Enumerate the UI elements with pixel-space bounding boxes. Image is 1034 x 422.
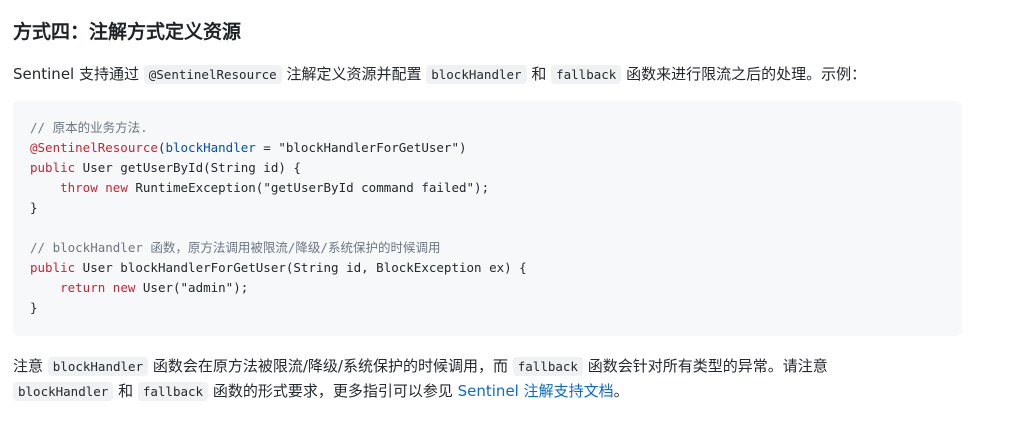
code-line-4: throw new RuntimeException("getUserById … xyxy=(30,178,527,198)
code-line-9: return new User("admin"); xyxy=(30,278,527,298)
code-line-5: } xyxy=(30,198,527,218)
note-suffix: 函数会针对所有类型的异常。请注意 xyxy=(582,357,828,375)
code-punct: = xyxy=(255,140,279,155)
inline-code-block-handler: blockHandler xyxy=(13,382,114,401)
code-param: blockHandler xyxy=(165,140,256,155)
code-text: } xyxy=(30,300,38,315)
inline-code-fallback: fallback xyxy=(137,382,209,401)
code-line-8: public User blockHandlerForGetUser(Strin… xyxy=(30,258,527,278)
code-line-1: // 原本的业务方法. xyxy=(30,118,527,138)
code-text: } xyxy=(30,200,38,215)
intro-middle: 注解定义资源并配置 xyxy=(281,65,427,83)
annotation-docs-link[interactable]: Sentinel 注解支持文档 xyxy=(458,382,614,400)
section-heading: 方式四：注解方式定义资源 xyxy=(13,21,242,43)
note-paragraph-line-2: blockHandler 和 fallback 函数的形式要求，更多指引可以参见… xyxy=(13,379,629,404)
code-line-2: @SentinelResource(blockHandler = "blockH… xyxy=(30,138,527,158)
inline-code-fallback: fallback xyxy=(551,65,622,84)
intro-paragraph: Sentinel 支持通过 @SentinelResource 注解定义资源并配… xyxy=(13,62,866,87)
intro-prefix: Sentinel 支持通过 xyxy=(13,65,144,83)
code-comment: // 原本的业务方法. xyxy=(30,120,148,135)
code-keyword: throw xyxy=(60,180,98,195)
code-keyword: public xyxy=(30,160,76,175)
code-line-7: // blockHandler 函数，原方法调用被限流/降级/系统保护的时候调用 xyxy=(30,238,527,258)
code-punct: ) xyxy=(458,140,467,155)
code-line-10: } xyxy=(30,298,527,318)
code-text: User blockHandlerForGetUser(String id, B… xyxy=(75,260,527,275)
code-keyword: public xyxy=(30,260,76,275)
code-keyword: new xyxy=(112,280,136,295)
code-comment: // blockHandler 函数，原方法调用被限流/降级/系统保护的时候调用 xyxy=(30,240,441,255)
code-block[interactable]: // 原本的业务方法. @SentinelResource(blockHandle… xyxy=(13,101,962,336)
code-text: User("admin"); xyxy=(135,280,249,295)
inline-code-block-handler: blockHandler xyxy=(426,65,527,84)
code-keyword: new xyxy=(105,180,128,195)
inline-code-fallback: fallback xyxy=(512,357,583,376)
code-annotation: @SentinelResource xyxy=(30,140,158,155)
inline-code-block-handler: blockHandler xyxy=(47,357,149,376)
doc-page: 方式四：注解方式定义资源 Sentinel 支持通过 @SentinelReso… xyxy=(0,0,1034,422)
code-content: // 原本的业务方法. @SentinelResource(blockHandle… xyxy=(30,118,527,318)
note-middle: 函数会在原方法被限流/降级/系统保护的时候调用，而 xyxy=(148,357,513,375)
note-line2-middle: 函数的形式要求，更多指引可以参见 xyxy=(208,382,458,400)
inline-code-sentinel-resource: @SentinelResource xyxy=(143,65,282,84)
code-keyword: return xyxy=(60,280,106,295)
note-prefix: 注意 xyxy=(13,357,48,375)
code-line-3: public User getUserById(String id) { xyxy=(30,158,527,178)
note-paragraph-line-1: 注意 blockHandler 函数会在原方法被限流/降级/系统保护的时候调用，… xyxy=(13,354,828,379)
intro-suffix: 函数来进行限流之后的处理。示例： xyxy=(621,65,867,83)
code-text: User getUserById(String id) { xyxy=(75,160,301,175)
note-line2-end: 。 xyxy=(613,382,629,400)
code-text: RuntimeException("getUserById command fa… xyxy=(127,180,490,195)
intro-and: 和 xyxy=(526,65,552,83)
code-string: "blockHandlerForGetUser" xyxy=(278,140,459,155)
note-and: 和 xyxy=(113,382,138,400)
